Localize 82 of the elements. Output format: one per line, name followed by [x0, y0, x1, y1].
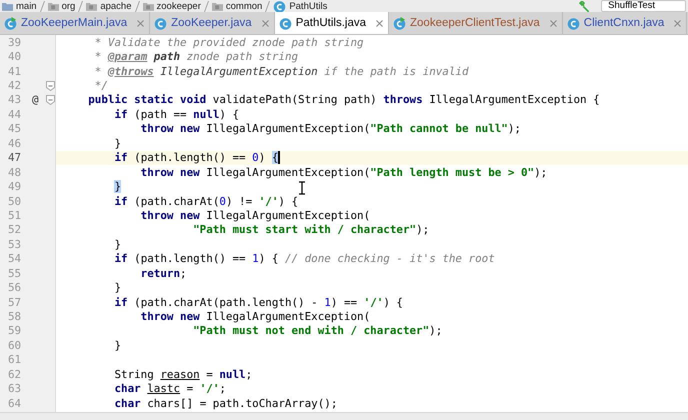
package-folder-icon — [48, 2, 59, 10]
line-number: 48 — [7, 166, 22, 179]
code-line: "Path must start with / character"); — [193, 223, 430, 236]
package-folder-icon — [86, 2, 98, 10]
line-number: 42 — [7, 79, 22, 92]
editor-tab[interactable]: ZooKeeper.java — [150, 12, 275, 34]
override-marker: @ — [32, 93, 39, 106]
text-cursor-icon — [298, 181, 306, 195]
editor-tab[interactable]: PathUtils.java — [274, 12, 389, 34]
line-number: 61 — [7, 353, 22, 366]
code-line: "Path must not end with / character"); — [193, 324, 442, 338]
code-line: } — [114, 136, 122, 150]
run-configuration-dropdown[interactable]: ShuffleTest — [601, 0, 686, 12]
line-number: 46 — [7, 136, 22, 150]
code-line: * Validate the provided znode path string — [94, 36, 364, 49]
line-number: 50 — [7, 194, 22, 208]
class-icon — [273, 0, 286, 12]
path-separator-icon — [134, 0, 140, 12]
line-number: 47 — [7, 151, 22, 164]
code-line: * @param path znode path string — [94, 50, 298, 64]
package-folder-icon — [142, 2, 154, 10]
line-number: 58 — [7, 310, 22, 324]
line-number: 55 — [7, 266, 22, 280]
code-line: } — [114, 238, 122, 251]
code-line: throw new IllegalArgumentException("Path length must be > 0"); — [140, 166, 548, 179]
editor-tab[interactable]: ZookeeperClientTest.java — [389, 12, 563, 34]
line-number: 41 — [7, 64, 22, 78]
line-number: 56 — [7, 281, 22, 294]
code-line: * @throws IllegalArgumentException if the path is invalid — [94, 64, 469, 78]
breadcrumb-item[interactable]: main — [16, 0, 37, 12]
code-line: throw new IllegalArgumentException( — [140, 310, 370, 324]
code-line: public static void validatePath(String path) throws IllegalArgumentException { — [88, 93, 600, 106]
code-line: char lastc = '/'; — [114, 382, 226, 396]
code-line: throw new IllegalArgumentException( — [140, 208, 370, 222]
line-number: 44 — [7, 108, 22, 121]
code-line: return; — [140, 266, 187, 280]
editor-tab[interactable]: ZooKeeperMain.java — [0, 12, 150, 34]
path-separator-icon — [204, 0, 209, 12]
close-icon[interactable] — [262, 20, 269, 26]
line-number: 45 — [7, 122, 22, 136]
line-number: 39 — [7, 36, 22, 49]
line-number: 59 — [7, 324, 22, 338]
code-line: } — [114, 338, 122, 352]
breadcrumb-item[interactable]: apache — [100, 0, 132, 12]
breadcrumb-item[interactable]: org — [62, 0, 76, 12]
line-number: 49 — [7, 180, 22, 194]
code-line: */ — [94, 79, 108, 92]
package-folder-icon — [212, 2, 223, 10]
path-separator-icon — [78, 0, 84, 12]
code-line: char chars[] = path.toCharArray(); — [114, 396, 338, 410]
code-line: throw new IllegalArgumentException("Path cannot be null"); — [140, 122, 521, 136]
line-number: 51 — [7, 208, 22, 222]
line-number: 43 — [7, 93, 22, 106]
line-number: 54 — [7, 252, 22, 266]
line-number: 53 — [7, 238, 22, 251]
code-line: if (path.length() == 0) { — [114, 151, 278, 164]
close-icon[interactable] — [137, 20, 144, 26]
line-number: 64 — [7, 396, 22, 410]
breadcrumb-item[interactable]: PathUtils — [289, 0, 328, 12]
code-line: String reason = null; — [114, 368, 252, 381]
line-number: 63 — [7, 382, 22, 396]
fold-icon[interactable] — [46, 80, 55, 91]
line-number: 60 — [7, 338, 22, 352]
hammer-icon[interactable] — [578, 0, 590, 12]
breadcrumb-item[interactable]: common — [226, 0, 262, 12]
code-line: if (path.length() == 1) { // done checking - it's the root — [114, 252, 495, 266]
breadcrumb-item[interactable]: zookeeper — [156, 0, 201, 12]
line-number: 52 — [7, 223, 22, 236]
path-separator-icon — [40, 0, 45, 12]
close-icon[interactable] — [550, 20, 557, 26]
code-line: if (path.charAt(0) != '/') { — [114, 194, 298, 208]
fold-icon[interactable] — [46, 94, 55, 105]
line-number: 62 — [7, 368, 22, 381]
line-number: 40 — [7, 50, 22, 64]
code-line: if (path.charAt(path.length() - 1) == '/') { — [114, 296, 403, 309]
code-line: if (path == null) { — [114, 108, 240, 121]
editor-tab[interactable]: ClientCnxn.java — [562, 12, 688, 34]
code-line: } — [114, 281, 122, 294]
path-separator-icon — [265, 0, 270, 12]
close-icon[interactable] — [376, 20, 383, 26]
line-number: 57 — [7, 296, 22, 309]
close-icon[interactable] — [674, 20, 682, 26]
